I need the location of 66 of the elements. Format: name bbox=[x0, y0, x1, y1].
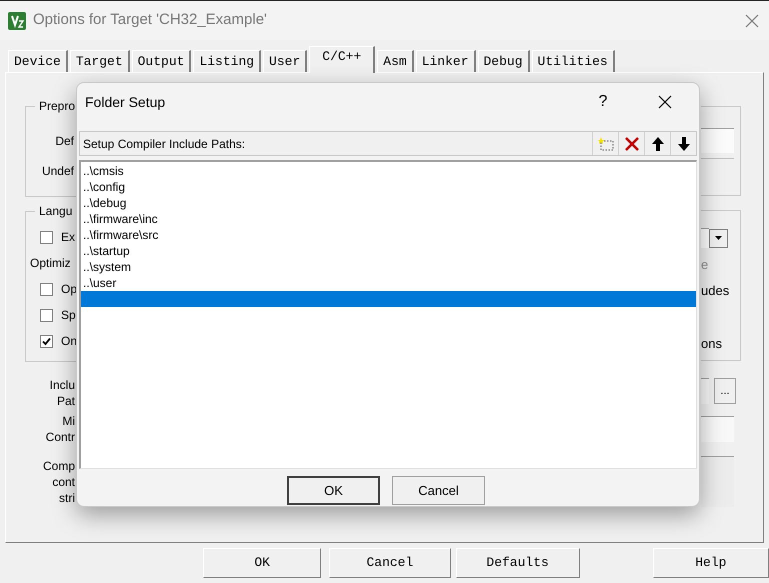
tab[interactable]: Linker bbox=[416, 50, 476, 72]
field-label: Contr bbox=[46, 429, 75, 445]
tab[interactable]: User bbox=[263, 50, 308, 72]
path-item[interactable]: ..\cmsis bbox=[81, 163, 696, 179]
dropdown-field[interactable] bbox=[701, 228, 709, 248]
close-icon bbox=[658, 95, 672, 109]
checkbox-label: Op bbox=[61, 281, 78, 298]
window-title: Options for Target 'CH32_Example' bbox=[33, 10, 267, 30]
checkbox[interactable] bbox=[40, 308, 53, 322]
checkbox-label: Sp bbox=[61, 307, 76, 324]
tab[interactable]: Listing bbox=[193, 50, 262, 72]
group-legend: Langu bbox=[35, 203, 76, 219]
field-label: Comp bbox=[42, 458, 75, 474]
cancel-button[interactable]: Cancel bbox=[329, 548, 450, 578]
option-text: udes bbox=[701, 283, 730, 299]
field-label: Undef bbox=[42, 163, 74, 180]
field-label: Def bbox=[55, 133, 74, 150]
arrow-up-icon bbox=[652, 136, 664, 150]
tab[interactable]: Target bbox=[70, 50, 130, 72]
close-icon bbox=[745, 14, 759, 28]
tab[interactable]: Asm bbox=[377, 50, 414, 72]
dropdown-button[interactable] bbox=[709, 228, 728, 248]
text-field[interactable] bbox=[701, 378, 709, 404]
help-button[interactable]: ? bbox=[581, 84, 625, 120]
check-icon bbox=[42, 336, 51, 346]
field-label: Inclu bbox=[50, 377, 75, 393]
checkbox-label: Ex bbox=[61, 229, 76, 246]
path-item[interactable]: ..\firmware\inc bbox=[81, 211, 696, 227]
checkbox[interactable] bbox=[40, 334, 53, 348]
defaults-button[interactable]: Defaults bbox=[456, 548, 580, 578]
help-button[interactable]: Help bbox=[652, 548, 769, 578]
text-field[interactable] bbox=[701, 456, 734, 507]
field-label: stri bbox=[59, 490, 75, 506]
arrow-down-icon bbox=[678, 136, 690, 150]
path-item[interactable]: ..\user bbox=[81, 275, 696, 291]
ok-button[interactable]: OK bbox=[203, 548, 322, 578]
header-label: Setup Compiler Include Paths: bbox=[82, 136, 246, 152]
caret-down-icon bbox=[715, 236, 722, 240]
cancel-button[interactable]: Cancel bbox=[392, 476, 485, 505]
path-item[interactable]: ..\config bbox=[81, 179, 696, 195]
tab[interactable]: C/C++ bbox=[309, 46, 376, 73]
browse-button[interactable]: ... bbox=[714, 378, 736, 404]
tab[interactable]: Output bbox=[132, 50, 192, 72]
option-text: ons bbox=[701, 336, 722, 352]
checkbox[interactable] bbox=[40, 230, 53, 244]
text-field[interactable] bbox=[701, 416, 734, 442]
new-folder-icon bbox=[598, 136, 614, 150]
tab[interactable]: Debug bbox=[478, 50, 530, 72]
app-logo-icon bbox=[8, 12, 26, 30]
group-legend: Prepro bbox=[35, 98, 80, 114]
field-label: Mi bbox=[62, 413, 75, 429]
delete-icon bbox=[624, 136, 638, 150]
text-field[interactable] bbox=[701, 128, 734, 153]
path-item[interactable]: ..\system bbox=[81, 259, 696, 275]
tab[interactable]: Device bbox=[8, 50, 68, 72]
dialog-title: Folder Setup bbox=[85, 92, 166, 112]
group-label: Optimiz bbox=[30, 255, 71, 272]
field-label: cont bbox=[52, 474, 75, 490]
path-item[interactable]: ..\firmware\src bbox=[81, 227, 696, 243]
tab[interactable]: Utilities bbox=[532, 50, 615, 72]
option-text: e bbox=[701, 257, 708, 273]
path-item[interactable]: ..\debug bbox=[81, 195, 696, 211]
ok-button[interactable]: OK bbox=[287, 476, 380, 505]
path-item[interactable]: ..\startup bbox=[81, 243, 696, 259]
checkbox[interactable] bbox=[40, 282, 53, 296]
field-label: Pat bbox=[56, 393, 75, 409]
